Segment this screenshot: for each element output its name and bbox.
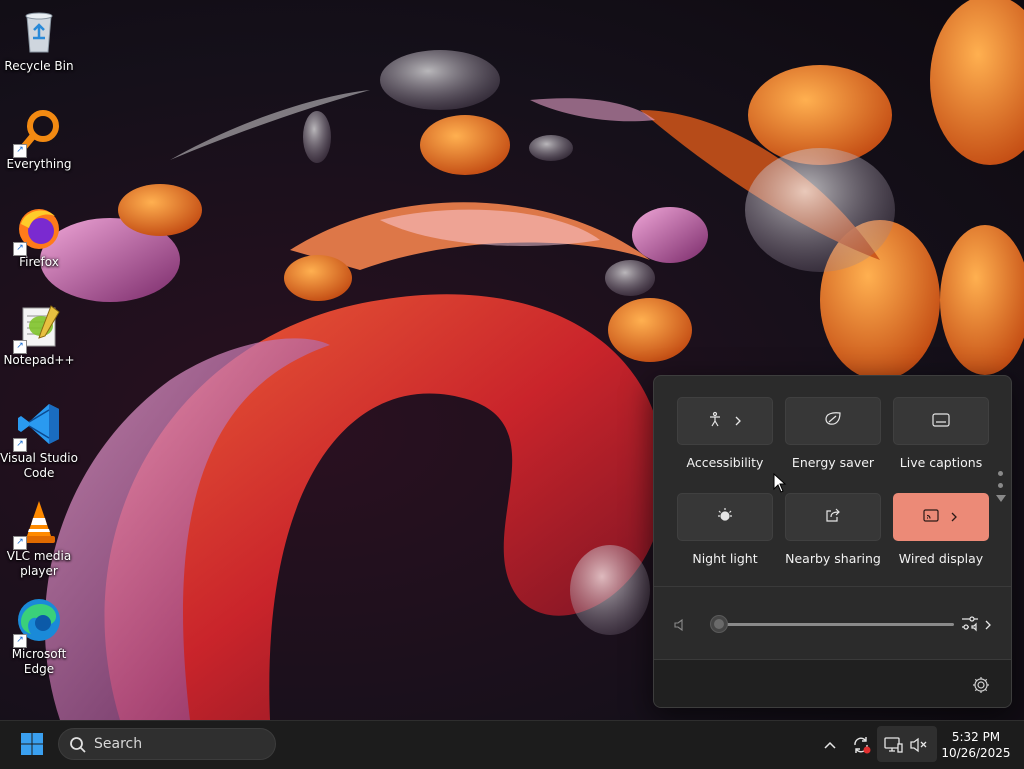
- desktop-icon-notepad-plus-plus[interactable]: ↗ Notepad++: [0, 302, 78, 368]
- volume-row: [654, 587, 1011, 659]
- accessibility-icon: [707, 411, 723, 431]
- tile-wired-display[interactable]: [893, 493, 989, 541]
- chevron-right-icon[interactable]: [949, 508, 959, 527]
- leaf-icon: [824, 411, 842, 431]
- notepad-plus-plus-icon: ↗: [13, 302, 63, 354]
- desktop-icon-recycle-bin[interactable]: Recycle Bin: [0, 8, 78, 74]
- quick-settings-flyout: Accessibility Energy saver Live captions: [653, 375, 1012, 708]
- search-icon: [69, 736, 87, 758]
- tile-label-energy-saver: Energy saver: [791, 455, 875, 470]
- settings-gear-icon[interactable]: [970, 674, 992, 696]
- chevron-right-icon: [984, 616, 992, 635]
- start-button[interactable]: [14, 730, 50, 762]
- page-indicator[interactable]: [996, 471, 1006, 502]
- taskbar-search[interactable]: Search: [58, 728, 276, 760]
- share-icon: [825, 507, 841, 527]
- system-tray-group[interactable]: [877, 726, 937, 762]
- windows-logo-icon: [20, 732, 44, 760]
- quick-settings-footer: [654, 659, 1011, 707]
- update-sync-icon[interactable]: [849, 733, 873, 757]
- tile-live-captions[interactable]: [893, 397, 989, 445]
- vlc-icon: ↗: [13, 498, 63, 550]
- page-down-arrow-icon[interactable]: [996, 495, 1006, 502]
- desktop-icon-vlc[interactable]: ↗ VLC media player: [0, 498, 78, 579]
- recycle-bin-icon: [15, 8, 63, 56]
- network-wired-icon: [881, 733, 905, 757]
- tile-label-live-captions: Live captions: [899, 455, 983, 470]
- tile-label-night-light: Night light: [692, 551, 758, 566]
- search-placeholder: Search: [94, 736, 143, 752]
- tile-label-nearby-sharing: Nearby sharing: [785, 551, 881, 566]
- captions-icon: [932, 412, 950, 431]
- night-light-icon: [717, 507, 733, 527]
- volume-slider-thumb[interactable]: [710, 615, 728, 633]
- desktop-icon-firefox[interactable]: ↗ Firefox: [0, 204, 78, 270]
- volume-slider-track[interactable]: [718, 623, 954, 626]
- audio-mixer-icon: [960, 614, 980, 636]
- tile-energy-saver[interactable]: [785, 397, 881, 445]
- volume-muted-icon: [907, 733, 931, 757]
- desktop-icon-everything[interactable]: ↗ Everything: [0, 106, 78, 172]
- quick-settings-tiles: Accessibility Energy saver Live captions: [654, 376, 1011, 586]
- show-hidden-icons-button[interactable]: [818, 733, 842, 757]
- page-dot[interactable]: [997, 471, 1003, 476]
- tile-nearby-sharing[interactable]: [785, 493, 881, 541]
- vscode-icon: ↗: [13, 400, 63, 452]
- tile-accessibility[interactable]: [677, 397, 773, 445]
- mouse-cursor-icon: [773, 473, 787, 493]
- clock-time: 5:32 PM: [951, 730, 1001, 744]
- edge-icon: ↗: [13, 596, 63, 648]
- taskbar: Search 5:32 PM 10/26/2025: [0, 720, 1024, 769]
- everything-search-icon: ↗: [13, 106, 63, 158]
- firefox-icon: ↗: [13, 204, 63, 256]
- taskbar-clock[interactable]: 5:32 PM 10/26/2025: [938, 729, 1014, 761]
- tile-label-accessibility: Accessibility: [686, 455, 764, 470]
- cast-icon: [923, 508, 939, 527]
- desktop-icon-vscode[interactable]: ↗ Visual Studio Code: [0, 400, 78, 481]
- tile-night-light[interactable]: [677, 493, 773, 541]
- speaker-muted-icon[interactable]: [674, 617, 688, 636]
- page-dot[interactable]: [997, 483, 1003, 488]
- clock-date: 10/26/2025: [941, 746, 1011, 760]
- tile-label-wired-display: Wired display: [898, 551, 984, 566]
- desktop-icon-edge[interactable]: ↗ Microsoft Edge: [0, 596, 78, 677]
- chevron-up-icon: [824, 741, 836, 749]
- audio-output-button[interactable]: [960, 614, 1000, 636]
- chevron-right-icon[interactable]: [733, 412, 743, 431]
